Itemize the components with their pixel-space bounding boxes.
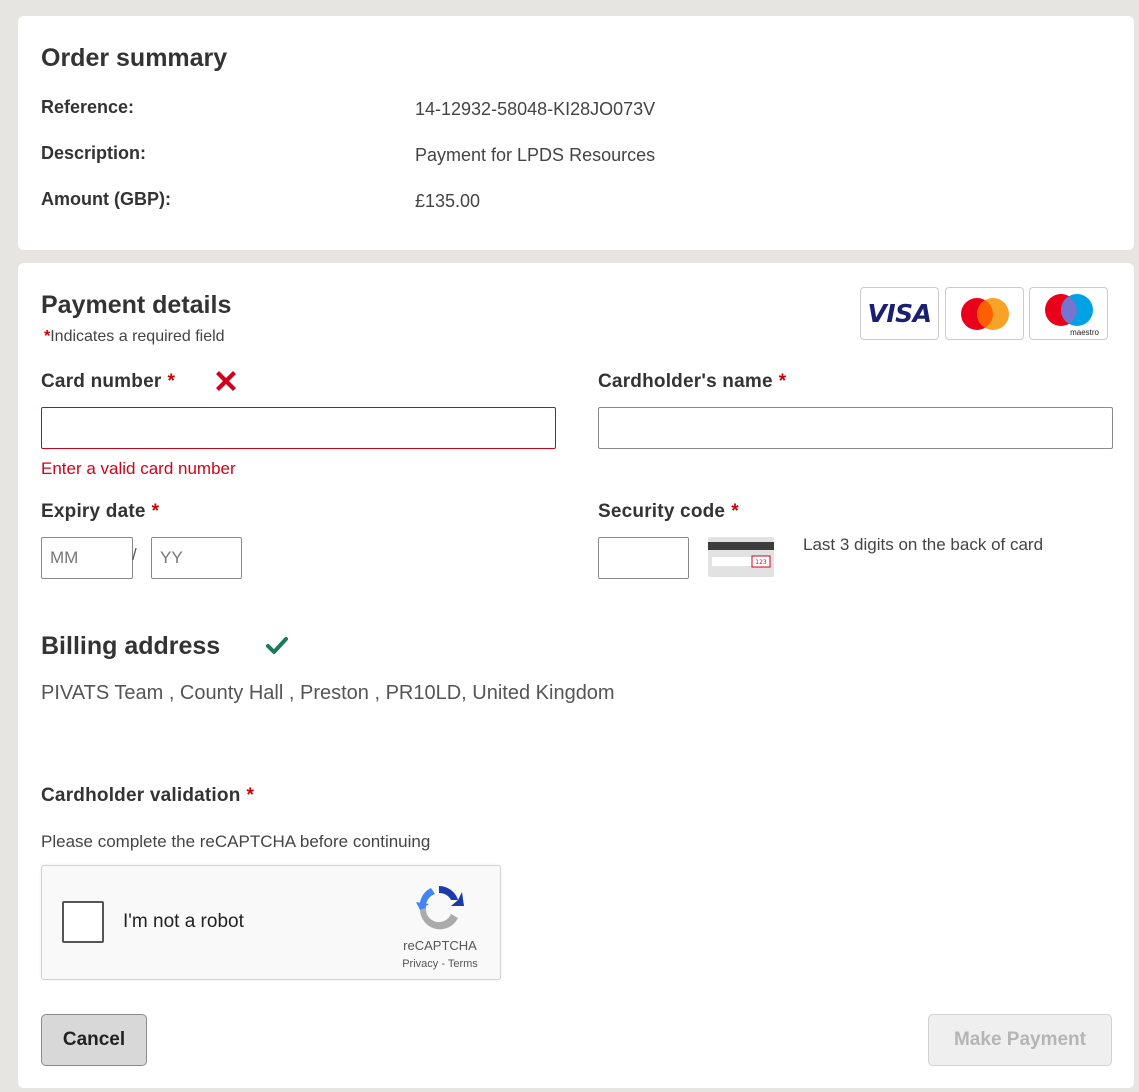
maestro-text: maestro bbox=[1070, 328, 1099, 337]
required-field-note: *Indicates a required field bbox=[44, 328, 225, 346]
expiry-date-label-text: Expiry date bbox=[41, 501, 146, 522]
cardholder-validation-label: Cardholder validation * bbox=[41, 785, 254, 807]
visa-text: VISA bbox=[867, 299, 932, 328]
check-icon bbox=[266, 637, 288, 654]
recaptcha-brand: reCAPTCHA bbox=[403, 938, 477, 953]
cancel-button[interactable]: Cancel bbox=[41, 1014, 147, 1066]
description-value: Payment for LPDS Resources bbox=[415, 145, 656, 165]
card-back-digits: 123 bbox=[755, 559, 767, 566]
reference-label: Reference: bbox=[41, 97, 135, 117]
required-star: * bbox=[778, 371, 787, 392]
card-number-error: Enter a valid card number bbox=[41, 459, 236, 478]
billing-address-text: PIVATS Team , County Hall , Preston , PR… bbox=[41, 682, 615, 704]
recaptcha-widget: I'm not a robot reCAPTCHA Privacy - Term… bbox=[41, 865, 501, 980]
visa-logo: VISA bbox=[860, 287, 939, 340]
description-label: Description: bbox=[41, 143, 147, 163]
security-code-input[interactable] bbox=[598, 537, 689, 579]
order-summary-panel: Order summary Reference: 14-12932-58048-… bbox=[18, 16, 1134, 250]
expiry-date-label: Expiry date * bbox=[41, 501, 159, 523]
card-number-label-text: Card number bbox=[41, 371, 162, 392]
billing-address-title: Billing address bbox=[41, 632, 221, 660]
expiry-year-input[interactable] bbox=[151, 537, 242, 579]
card-back-icon: 123 bbox=[708, 537, 774, 577]
cardholder-validation-label-text: Cardholder validation bbox=[41, 785, 241, 806]
card-number-input[interactable] bbox=[41, 407, 556, 449]
security-code-hint: Last 3 digits on the back of card bbox=[803, 535, 1044, 554]
required-star: * bbox=[731, 501, 739, 522]
required-star: * bbox=[167, 371, 176, 392]
amount-value: £135.00 bbox=[415, 191, 481, 211]
recaptcha-logo-icon bbox=[416, 886, 464, 930]
card-number-label: Card number * bbox=[41, 371, 175, 393]
security-code-label: Security code * bbox=[598, 501, 739, 523]
cardholder-name-label-text: Cardholder's name bbox=[598, 371, 773, 392]
payment-details-panel: Payment details *Indicates a required fi… bbox=[18, 263, 1134, 1088]
required-star: * bbox=[246, 785, 255, 806]
security-code-label-text: Security code bbox=[598, 501, 726, 522]
make-payment-button[interactable]: Make Payment bbox=[928, 1014, 1112, 1066]
payment-details-title: Payment details bbox=[41, 291, 232, 319]
required-note-text: Indicates a required field bbox=[50, 328, 225, 345]
maestro-logo: maestro bbox=[1029, 287, 1108, 340]
recaptcha-privacy-terms-link[interactable]: Privacy - Terms bbox=[385, 958, 495, 970]
expiry-month-input[interactable] bbox=[41, 537, 133, 579]
captcha-note: Please complete the reCAPTCHA before con… bbox=[41, 832, 431, 851]
cardholder-name-label: Cardholder's name * bbox=[598, 371, 786, 393]
reference-value: 14-12932-58048-KI28JO073V bbox=[415, 99, 656, 119]
required-star: * bbox=[151, 501, 160, 522]
recaptcha-checkbox[interactable] bbox=[62, 901, 104, 943]
recaptcha-label: I'm not a robot bbox=[123, 911, 244, 932]
cardholder-name-input[interactable] bbox=[598, 407, 1113, 449]
amount-label: Amount (GBP): bbox=[41, 189, 171, 209]
expiry-separator: / bbox=[132, 545, 137, 564]
order-summary-title: Order summary bbox=[41, 44, 228, 72]
error-x-icon bbox=[216, 371, 236, 391]
mastercard-logo-icon bbox=[945, 287, 1024, 340]
